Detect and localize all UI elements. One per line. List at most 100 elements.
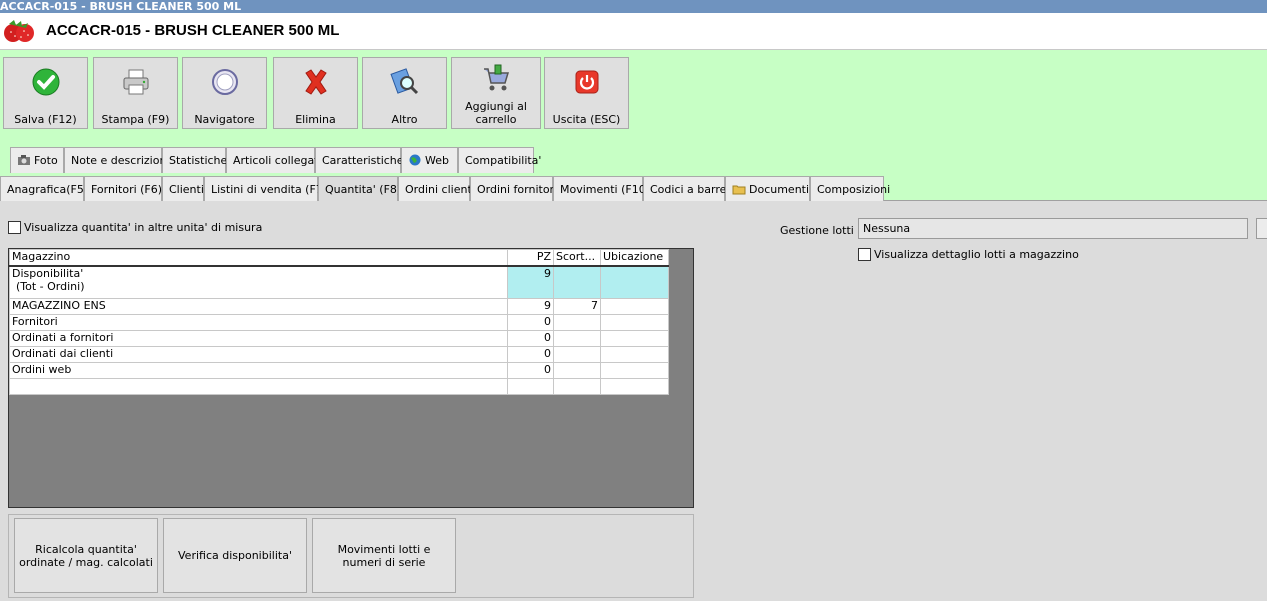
warehouse-name-cell[interactable]: Ordini web — [9, 362, 508, 379]
availability-scorta-cell[interactable] — [553, 265, 601, 299]
lot-management-dropdown-button[interactable] — [1256, 218, 1267, 239]
tab-codici-barre[interactable]: Codici a barre — [643, 176, 727, 202]
show-other-units-label: Visualizza quantita' in altre unita' di … — [24, 221, 263, 234]
check-availability-button[interactable]: Verifica disponibilita' — [163, 518, 307, 593]
tab-caratteristiche[interactable]: Caratteristiche — [315, 147, 404, 173]
add-to-cart-button[interactable]: Aggiungi al carrello — [451, 57, 541, 129]
empty-cell[interactable] — [600, 378, 669, 395]
col-header-ubicazione[interactable]: Ubicazione — [600, 249, 669, 267]
power-icon — [575, 70, 598, 94]
table-row[interactable]: Ordinati a fornitori 0 — [9, 330, 669, 347]
tab-web[interactable]: Web — [401, 147, 458, 173]
ubicazione-cell[interactable] — [600, 330, 669, 347]
empty-cell[interactable] — [553, 378, 601, 395]
checkbox-box[interactable] — [8, 221, 21, 234]
lot-serial-movements-button[interactable]: Movimenti lotti e numeri di serie — [312, 518, 456, 593]
tab-fornitori[interactable]: Fornitori (F6) — [84, 176, 162, 202]
tab-label: Movimenti (F10) — [560, 183, 651, 196]
availability-label-cell[interactable]: Disponibilita' (Tot - Ordini) — [9, 265, 508, 299]
tab-statistiche[interactable]: Statistiche — [162, 147, 227, 173]
tab-movimenti[interactable]: Movimenti (F10) — [553, 176, 650, 202]
lot-management-field[interactable]: Nessuna — [858, 218, 1248, 239]
tab-note-descrizioni[interactable]: Note e descrizioni — [64, 147, 170, 173]
scorta-cell[interactable] — [553, 314, 601, 331]
empty-cell[interactable] — [9, 378, 508, 395]
pz-cell[interactable]: 0 — [507, 330, 554, 347]
checkbox-box[interactable] — [858, 248, 871, 261]
tab-ordini-clienti[interactable]: Ordini clienti — [398, 176, 475, 202]
availability-pz-cell[interactable]: 9 — [507, 265, 554, 299]
warehouse-grid-container: Magazzino PZ Scort... Ubicazione Disponi… — [8, 248, 694, 508]
recalculate-quantities-button[interactable]: Ricalcola quantita' ordinate / mag. calc… — [14, 518, 158, 593]
tab-foto-label: Foto — [34, 154, 58, 167]
ubicazione-cell[interactable] — [600, 298, 669, 315]
tab-foto[interactable]: Foto — [10, 147, 64, 173]
pz-cell[interactable]: 0 — [507, 314, 554, 331]
table-row[interactable]: Ordini web 0 — [9, 362, 669, 379]
ubicazione-cell[interactable] — [600, 314, 669, 331]
save-button[interactable]: Salva (F12) — [3, 57, 88, 129]
tab-articoli-collegati[interactable]: Articoli collegati — [226, 147, 322, 173]
navigator-button[interactable]: Navigatore — [182, 57, 267, 129]
availability-ubicazione-cell[interactable] — [600, 265, 669, 299]
availability-sublabel: (Tot - Ordini) — [16, 279, 85, 293]
empty-cell[interactable] — [507, 378, 554, 395]
delete-x-icon — [304, 69, 327, 95]
magnifier-icon — [389, 68, 418, 95]
warehouse-name-cell[interactable]: Ordinati a fornitori — [9, 330, 508, 347]
scorta-cell[interactable] — [553, 330, 601, 347]
scorta-cell[interactable]: 7 — [553, 298, 601, 315]
col-header-pz[interactable]: PZ — [507, 249, 554, 267]
tab-label: Fornitori (F6) — [91, 183, 163, 196]
warehouse-name-cell[interactable]: Ordinati dai clienti — [9, 346, 508, 363]
tab-label: Codici a barre — [650, 183, 727, 196]
tab-label: Clienti — [169, 183, 204, 196]
print-button[interactable]: Stampa (F9) — [93, 57, 178, 129]
warehouse-name-cell[interactable]: Fornitori — [9, 314, 508, 331]
other-button-label: Altro — [391, 113, 418, 126]
table-row[interactable]: Ordinati dai clienti 0 — [9, 346, 669, 363]
scorta-cell[interactable] — [553, 362, 601, 379]
pz-cell[interactable]: 9 — [507, 298, 554, 315]
tab-listini-vendita[interactable]: Listini di vendita (F7) — [204, 176, 327, 202]
table-row[interactable]: MAGAZZINO ENS 9 7 — [9, 298, 669, 315]
exit-button[interactable]: Uscita (ESC) — [544, 57, 629, 129]
page-title: ACCACR-015 - BRUSH CLEANER 500 ML — [46, 22, 340, 39]
table-row-empty[interactable] — [9, 378, 669, 395]
warehouse-name-cell[interactable]: MAGAZZINO ENS — [9, 298, 508, 315]
tab-composizioni[interactable]: Composizioni — [810, 176, 890, 202]
delete-button[interactable]: Elimina — [273, 57, 358, 129]
other-button[interactable]: Altro — [362, 57, 447, 129]
col-header-warehouse[interactable]: Magazzino — [9, 249, 508, 267]
folder-icon — [732, 185, 746, 195]
action-bar: Ricalcola quantita' ordinate / mag. calc… — [8, 514, 694, 598]
availability-label: Disponibilita' — [12, 266, 84, 280]
strawberry-logo-icon — [4, 20, 34, 42]
table-row-availability[interactable]: Disponibilita' (Tot - Ordini) 9 — [9, 265, 669, 299]
cart-icon — [484, 64, 510, 91]
tab-quantita[interactable]: Quantita' (F8) — [318, 176, 402, 202]
show-other-units-checkbox[interactable]: Visualizza quantita' in altre unita' di … — [8, 221, 262, 234]
check-icon — [32, 68, 59, 96]
pz-cell[interactable]: 0 — [507, 346, 554, 363]
tab-documenti[interactable]: Documenti — [725, 176, 810, 202]
ubicazione-cell[interactable] — [600, 362, 669, 379]
show-lot-detail-checkbox[interactable]: Visualizza dettaglio lotti a magazzino — [858, 248, 1079, 261]
table-row[interactable]: Fornitori 0 — [9, 314, 669, 331]
tab-row-secondary: Foto Note e descrizioni Statistiche Arti… — [0, 145, 1267, 174]
col-header-scorta[interactable]: Scort... — [553, 249, 601, 267]
ubicazione-cell[interactable] — [600, 346, 669, 363]
tab-compatibilita[interactable]: Compatibilita' — [458, 147, 541, 173]
tab-anagrafica[interactable]: Anagrafica(F5) — [0, 176, 88, 202]
camera-icon — [18, 155, 30, 165]
exit-button-label: Uscita (ESC) — [552, 113, 621, 126]
header: ACCACR-015 - BRUSH CLEANER 500 ML — [0, 13, 1267, 50]
tab-label: Ordini fornitori — [477, 183, 558, 196]
tab-clienti[interactable]: Clienti — [162, 176, 204, 202]
tab-ordini-fornitori[interactable]: Ordini fornitori — [470, 176, 557, 202]
tab-documenti-label: Documenti — [749, 183, 810, 196]
navigator-button-label: Navigatore — [194, 113, 255, 126]
pz-cell[interactable]: 0 — [507, 362, 554, 379]
tab-label: Quantita' (F8) — [325, 183, 402, 196]
scorta-cell[interactable] — [553, 346, 601, 363]
